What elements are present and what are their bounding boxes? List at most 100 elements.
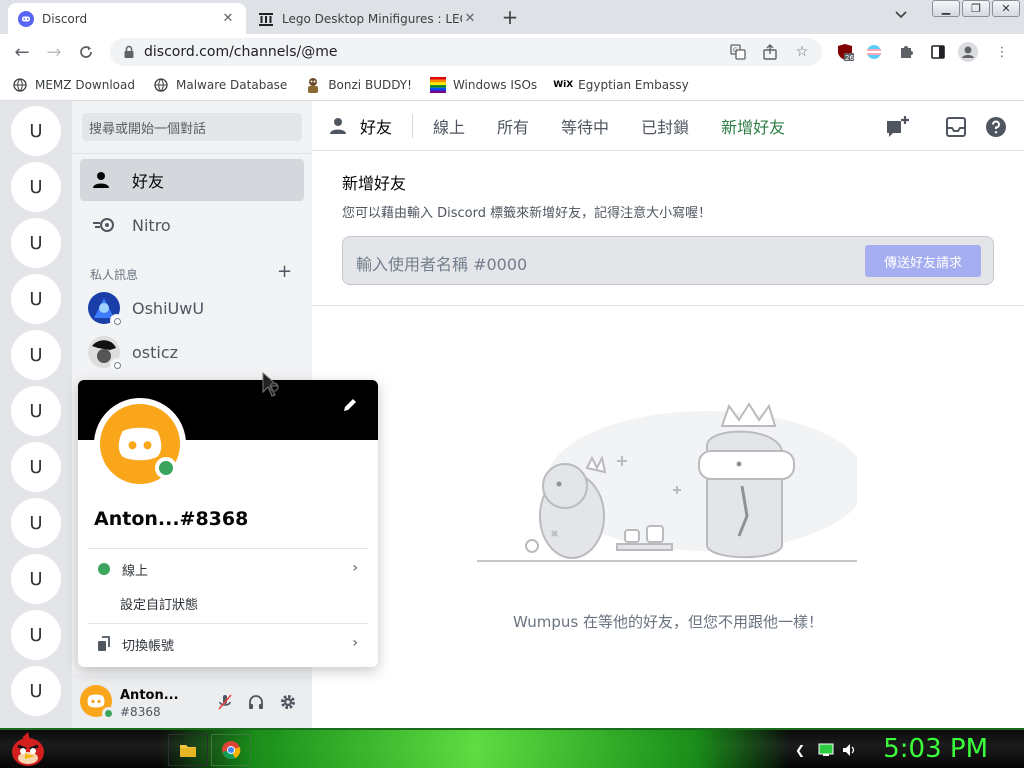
user-settings-gear-icon[interactable] [277,691,299,713]
museum-favicon-icon [258,11,274,27]
ublock-extension-icon[interactable]: 26 [835,42,855,62]
tab-discord[interactable]: Discord ✕ [8,3,246,34]
wumpus-illustration [477,396,867,570]
dm-user-oshiuwu[interactable]: OshiUwU [80,287,304,329]
add-friend-heading: 新增好友 [342,174,407,193]
create-dm-plus-icon[interactable]: + [277,261,292,282]
dm-user-osticz[interactable]: osticz [80,331,304,373]
server-icon[interactable]: U [11,386,61,436]
bonzi-icon [305,77,321,93]
discord-favicon-icon [18,10,34,27]
tab-title: Discord [42,11,88,26]
tray-expand-icon[interactable]: ❮ [790,740,810,760]
bookmark-windows-isos[interactable]: Windows ISOs [429,77,538,93]
username-input[interactable]: 輸入使用者名稱 #0000 [356,251,527,275]
bookmark-egyptian-embassy[interactable]: WiX Egyptian Embassy [553,77,689,93]
friends-icon [330,117,352,135]
bookmark-label: Bonzi BUDDY! [328,78,412,92]
tab-all[interactable]: 所有 [497,114,529,138]
share-icon[interactable] [760,42,780,62]
bookmark-malware-database[interactable]: Malware Database [153,77,287,93]
sidebar-item-friends[interactable]: 好友 [80,159,304,201]
back-button[interactable]: ← [10,40,34,64]
status-online-item[interactable]: 線上 › [88,554,368,584]
server-icon[interactable]: U [11,442,61,492]
more-menu-icon[interactable]: ⋮ [992,42,1012,62]
tab-pending[interactable]: 等待中 [561,114,609,138]
user-name: Anton... [120,688,179,703]
profile-avatar-icon[interactable] [958,42,978,62]
taskbar-chrome-icon[interactable] [211,734,251,766]
dm-search-button[interactable]: 搜尋或開始一個對話 [82,113,302,141]
trans-flag-extension-icon[interactable] [864,42,884,62]
user-avatar[interactable] [80,685,115,720]
tab-add-friend[interactable]: 新增好友 [721,114,785,138]
tab-search-chevron-icon[interactable] [895,8,907,22]
server-icon[interactable]: U [11,666,61,716]
inbox-icon[interactable] [943,114,969,140]
bookmark-label: Windows ISOs [452,78,538,92]
server-icon[interactable]: U [11,330,61,380]
lock-icon[interactable] [122,45,136,59]
edit-profile-pencil-icon[interactable] [340,395,360,415]
start-button-angry-bird-icon[interactable] [8,730,48,768]
set-custom-status-item[interactable]: 設定自訂狀態 [88,588,368,618]
switch-account-item[interactable]: 切換帳號 › [88,629,368,659]
server-icon[interactable]: U [11,498,61,548]
tab-close-icon[interactable]: ✕ [462,11,478,26]
new-group-dm-icon[interactable] [885,114,911,140]
window-controls: ▁ ❐ ✕ [932,0,1020,17]
tab-online[interactable]: 線上 [433,114,465,138]
headphones-icon[interactable] [245,691,267,713]
windows-icon [429,77,446,93]
sidebar-item-nitro[interactable]: Nitro [80,204,304,246]
dm-user-name: OshiUwU [132,298,205,318]
offline-status-icon [110,314,123,327]
server-icon[interactable]: U [11,106,61,156]
tray-volume-icon[interactable] [840,740,860,760]
browser-toolbar: ← → discord.com/channels/@me G ☆ 26 ⋮ [0,34,1024,70]
taskbar-file-explorer-icon[interactable] [168,734,208,766]
server-icon[interactable]: U [11,162,61,212]
send-friend-request-button[interactable]: 傳送好友請求 [865,245,981,277]
tab-close-icon[interactable]: ✕ [220,11,236,26]
minimize-button[interactable]: ▁ [932,0,960,17]
translate-icon[interactable]: G [728,42,748,62]
wix-icon: WiX [553,80,574,90]
help-icon[interactable] [983,114,1009,140]
bookmark-bonzi-buddy[interactable]: Bonzi BUDDY! [305,77,412,93]
extensions-puzzle-icon[interactable] [896,42,916,62]
server-icon[interactable]: U [11,610,61,660]
address-bar[interactable]: discord.com/channels/@me [110,38,822,66]
tab-lego[interactable]: Lego Desktop Minifigures : LEGO ✕ [248,3,488,34]
new-tab-button[interactable]: + [498,5,522,29]
forward-button[interactable]: → [42,40,66,64]
mute-microphone-icon[interactable] [214,691,236,713]
avatar [88,336,123,371]
taskbar-glow [160,730,790,768]
close-window-button[interactable]: ✕ [992,0,1020,17]
tab-blocked[interactable]: 已封鎖 [641,114,689,138]
divider [88,548,368,549]
offline-status-icon [110,358,123,371]
bookmark-memz[interactable]: MEMZ Download [12,77,135,93]
dm-user-name: osticz [132,342,179,362]
online-status-icon [102,707,115,720]
user-profile-popout: Anton...#8368 線上 › 設定自訂狀態 切換帳號 › [78,380,378,667]
dm-section-header: 私人訊息 [90,268,139,282]
add-friend-description: 您可以藉由輸入 Discord 標籤來新增好友，記得注意大小寫喔！ [342,206,712,221]
restore-button[interactable]: ❐ [962,0,990,17]
server-icon[interactable]: U [11,274,61,324]
side-panel-icon[interactable] [928,42,948,62]
tray-network-icon[interactable] [816,740,836,760]
taskbar-clock[interactable]: 5:03 PM [883,734,988,764]
server-icon[interactable]: U [11,554,61,604]
switch-account-label: 切換帳號 [122,638,175,654]
divider [412,113,414,138]
mouse-cursor-icon [262,371,282,402]
profile-name: Anton...#8368 [94,508,249,530]
server-icon[interactable]: U [11,218,61,268]
taskbar: ❮ 5:03 PM [0,728,1024,768]
reload-button[interactable] [74,40,98,64]
bookmark-star-icon[interactable]: ☆ [792,42,812,62]
